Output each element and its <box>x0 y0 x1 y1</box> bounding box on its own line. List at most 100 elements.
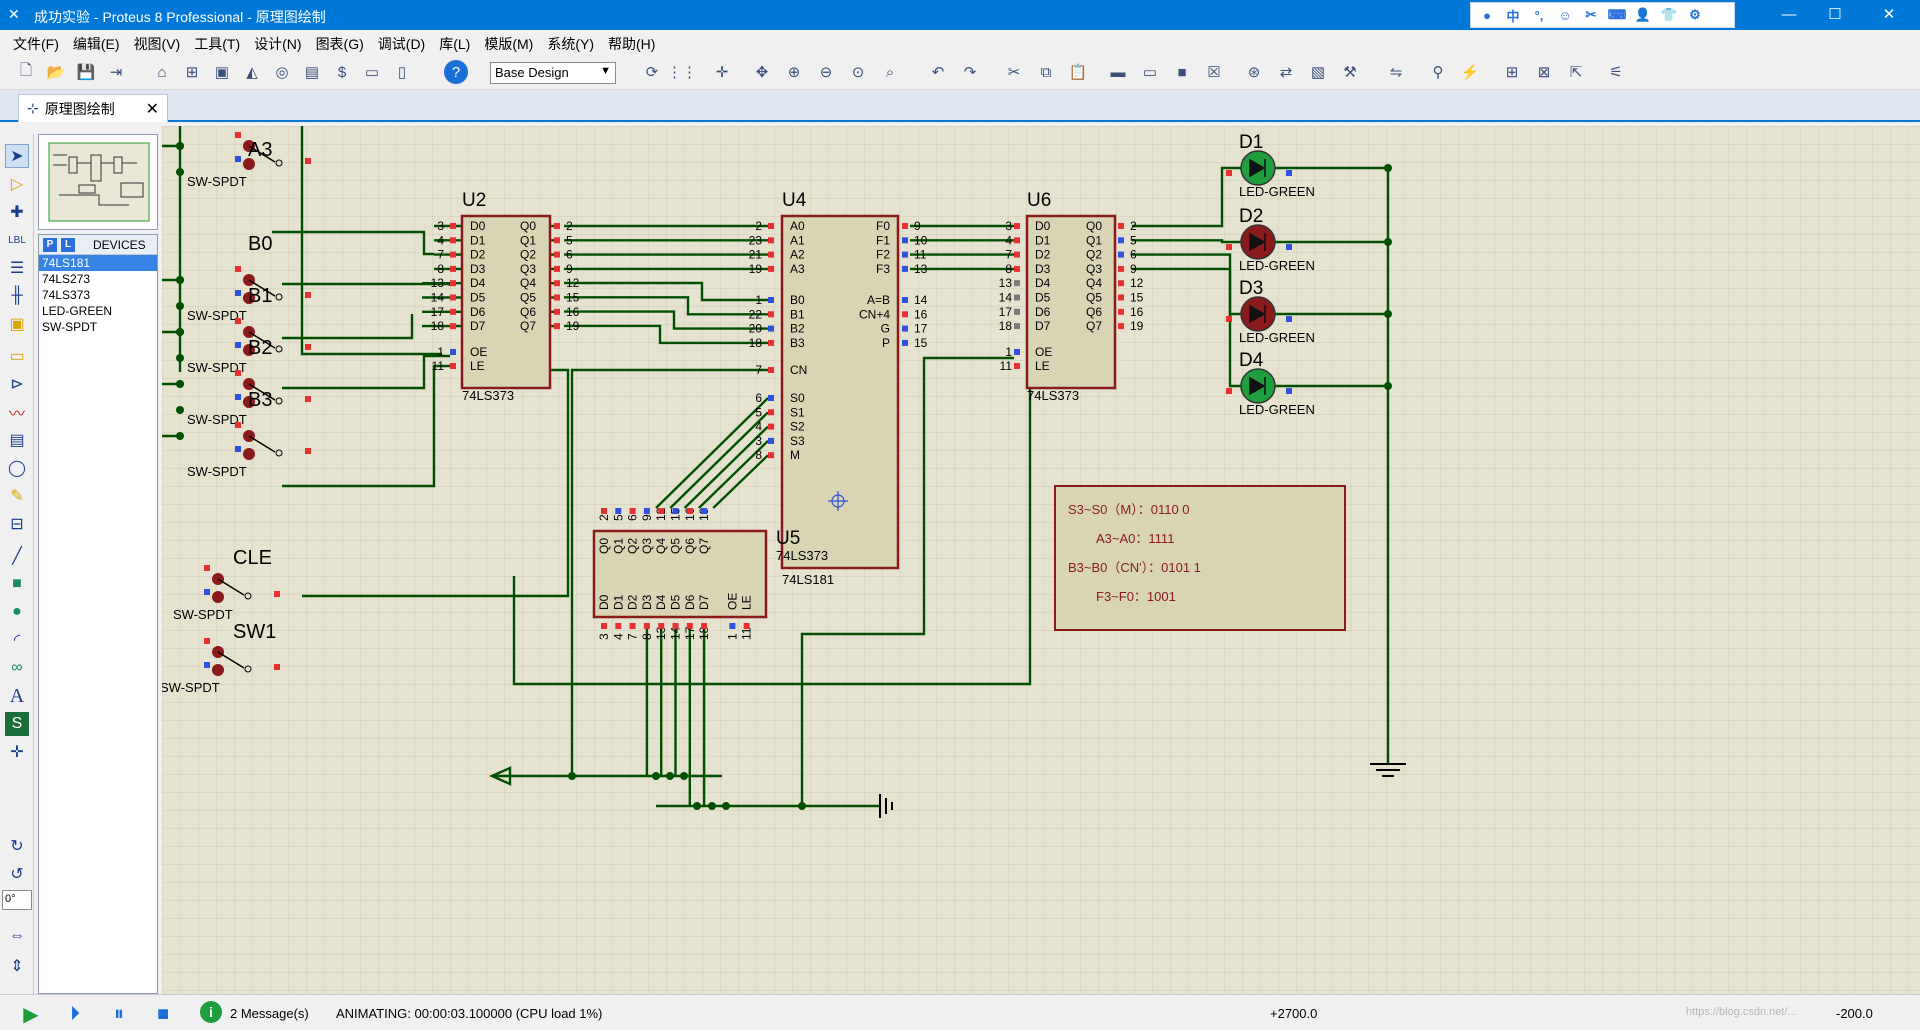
child-sheet-icon[interactable]: ⇱ <box>1564 60 1588 84</box>
design-selector[interactable]: Base Design ▼ <box>490 62 616 84</box>
home-icon[interactable]: ⌂ <box>150 60 174 84</box>
design-explorer-icon[interactable]: ▤ <box>300 60 324 84</box>
ime-settings-icon[interactable]: ⚙ <box>1685 7 1705 23</box>
library-manager-button[interactable]: L <box>61 237 75 252</box>
menu-view[interactable]: 视图(V) <box>127 30 188 54</box>
menu-system[interactable]: 系统(Y) <box>540 30 601 54</box>
package-tool-icon[interactable]: ▧ <box>1306 60 1330 84</box>
arc-tool-icon[interactable]: ◜ <box>5 628 29 652</box>
device-pins-icon[interactable]: ⊳ <box>5 372 29 396</box>
step-button[interactable]: ⏵ <box>62 1001 88 1027</box>
zoom-area-icon[interactable]: ⌕ <box>878 60 902 84</box>
undo-icon[interactable]: ↶ <box>926 60 950 84</box>
schematic-icon[interactable]: ⊞ <box>180 60 204 84</box>
messages-count[interactable]: 2 Message(s) <box>230 1006 309 1021</box>
overview-window[interactable] <box>38 134 158 230</box>
device-item[interactable]: 74LS273 <box>39 271 157 287</box>
schematic-drawing[interactable]: A3SW-SPDTB0SW-SPDTB1SW-SPDTB2SW-SPDTB3SW… <box>162 126 1920 994</box>
new-sheet-icon[interactable]: ⊞ <box>1500 60 1524 84</box>
junction-dot-icon[interactable]: ✚ <box>5 200 29 224</box>
circle-tool-icon[interactable]: ● <box>5 600 29 624</box>
menu-library[interactable]: 库(L) <box>432 30 477 54</box>
play-button[interactable]: ▶ <box>18 1001 44 1027</box>
ime-logo-icon[interactable]: ● <box>1477 8 1497 23</box>
pick-device-icon[interactable]: ⊛ <box>1242 60 1266 84</box>
ime-skin-icon[interactable]: 👕 <box>1659 7 1679 23</box>
device-item[interactable]: SW-SPDT <box>39 319 157 335</box>
zoom-in-icon[interactable]: ⊕ <box>782 60 806 84</box>
path-tool-icon[interactable]: ∞ <box>5 656 29 680</box>
buses-icon[interactable]: ╫ <box>5 284 29 308</box>
maximize-button[interactable]: ☐ <box>1812 0 1858 30</box>
component-mode-icon[interactable]: ▷ <box>5 172 29 196</box>
wire-label-icon[interactable]: LBL <box>5 228 29 252</box>
help-icon[interactable]: ? <box>444 60 468 84</box>
new-file-icon[interactable]: 🗋 <box>14 60 38 84</box>
menu-debug[interactable]: 调试(D) <box>371 30 432 54</box>
source-code-icon[interactable]: ▭ <box>360 60 384 84</box>
ime-user-icon[interactable]: 👤 <box>1633 7 1653 23</box>
decompose-icon[interactable]: ⚒ <box>1338 60 1362 84</box>
block-delete-icon[interactable]: ☒ <box>1202 60 1226 84</box>
zoom-all-icon[interactable]: ⊙ <box>846 60 870 84</box>
menu-design[interactable]: 设计(N) <box>247 30 308 54</box>
device-item[interactable]: 74LS181 <box>39 255 157 271</box>
generator-icon[interactable]: ◯ <box>5 456 29 480</box>
block-move-icon[interactable]: ▭ <box>1138 60 1162 84</box>
netlist-icon[interactable]: ⚟ <box>1604 60 1628 84</box>
marker-tool-icon[interactable]: ✛ <box>5 740 29 764</box>
text-script-icon[interactable]: ☰ <box>5 256 29 280</box>
refresh-icon[interactable]: ⟳ <box>640 60 664 84</box>
remove-sheet-icon[interactable]: ⊠ <box>1532 60 1556 84</box>
pan-icon[interactable]: ✥ <box>750 60 774 84</box>
text-tool-icon[interactable]: A <box>5 684 29 708</box>
tab-schematic[interactable]: ⊹ 原理图绘制 ✕ <box>18 94 168 122</box>
copy-icon[interactable]: ⧉ <box>1034 60 1058 84</box>
save-icon[interactable]: 💾 <box>74 60 98 84</box>
pause-button[interactable]: ⏸ <box>106 1001 132 1027</box>
menu-template[interactable]: 模版(M) <box>477 30 540 54</box>
origin-icon[interactable]: ✛ <box>710 60 734 84</box>
menu-graph[interactable]: 图表(G) <box>309 30 371 54</box>
rotation-angle-field[interactable]: 0° <box>2 890 32 910</box>
wire-autorouter-icon[interactable]: ⇋ <box>1384 60 1408 84</box>
terminals-icon[interactable]: ▭ <box>5 344 29 368</box>
schematic-canvas[interactable]: A3 SW-SPDT B0 SW-SPDT B1 SW-SPDT B2 SW-SPDT B3 SW… <box>162 126 1920 994</box>
pcb-icon[interactable]: ▣ <box>210 60 234 84</box>
ime-chinese-toggle[interactable]: 中 <box>1503 6 1523 25</box>
rotate-cw-icon[interactable]: ↻ <box>5 834 29 858</box>
ime-punct-toggle[interactable]: °, <box>1529 8 1549 23</box>
property-assign-icon[interactable]: ⚡ <box>1458 60 1482 84</box>
voltage-probe-icon[interactable]: ✎ <box>5 484 29 508</box>
make-device-icon[interactable]: ⇄ <box>1274 60 1298 84</box>
close-project-icon[interactable]: ⇥ <box>104 60 128 84</box>
block-copy-icon[interactable]: ▬ <box>1106 60 1130 84</box>
mirror-horizontal-icon[interactable]: ⇔ <box>5 924 29 948</box>
open-folder-icon[interactable]: 📂 <box>44 60 68 84</box>
search-tag-icon[interactable]: ⚲ <box>1426 60 1450 84</box>
virtual-instruments-icon[interactable]: ⊟ <box>5 512 29 536</box>
line-tool-icon[interactable]: ╱ <box>5 544 29 568</box>
block-rotate-icon[interactable]: ■ <box>1170 60 1194 84</box>
ime-scissors-icon[interactable]: ✂ <box>1581 7 1601 23</box>
subcircuit-icon[interactable]: ▣ <box>5 312 29 336</box>
tab-close-icon[interactable]: ✕ <box>146 99 159 119</box>
3d-view-icon[interactable]: ◭ <box>240 60 264 84</box>
close-button[interactable]: ✕ <box>1858 0 1920 30</box>
ime-keyboard-icon[interactable]: ⌨ <box>1607 7 1627 23</box>
stop-button[interactable]: ■ <box>150 1001 176 1027</box>
minimize-button[interactable]: — <box>1766 0 1812 30</box>
menu-tools[interactable]: 工具(T) <box>187 30 247 54</box>
selection-mode-icon[interactable]: ➤ <box>5 144 29 168</box>
paste-icon[interactable]: 📋 <box>1066 60 1090 84</box>
device-item[interactable]: LED-GREEN <box>39 303 157 319</box>
cut-icon[interactable]: ✂ <box>1002 60 1026 84</box>
box-tool-icon[interactable]: ■ <box>5 572 29 596</box>
ime-emoji-icon[interactable]: ☺ <box>1555 8 1575 23</box>
zoom-out-icon[interactable]: ⊖ <box>814 60 838 84</box>
menu-edit[interactable]: 编辑(E) <box>66 30 127 54</box>
notes-icon[interactable]: ▯ <box>390 60 414 84</box>
gerber-icon[interactable]: ◎ <box>270 60 294 84</box>
bom-icon[interactable]: $ <box>330 60 354 84</box>
grid-toggle-icon[interactable]: ⋮⋮ <box>667 60 697 84</box>
